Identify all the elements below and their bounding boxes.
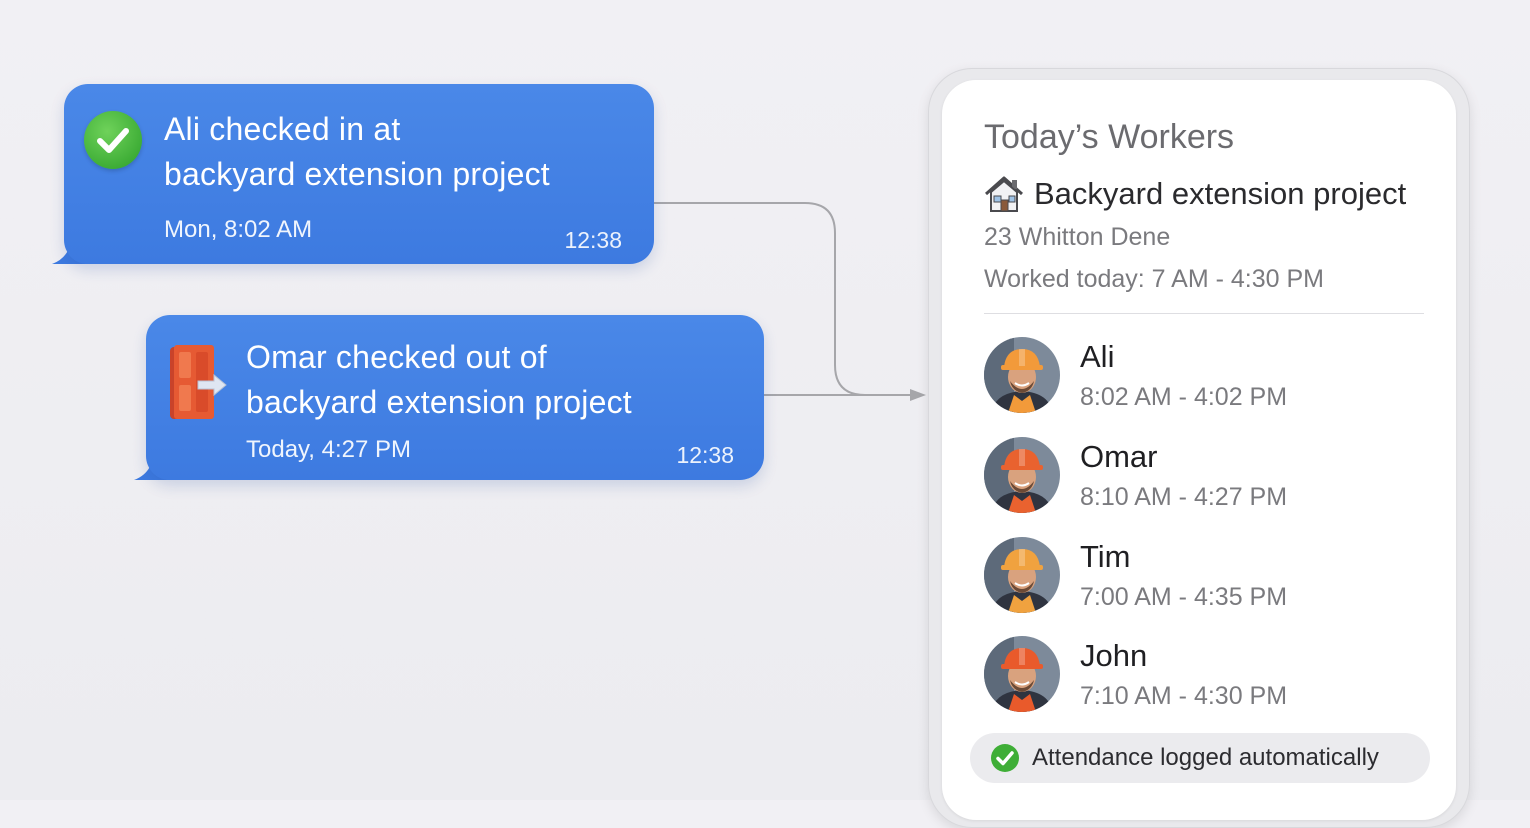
message-text: Omar checked out of backyard extension p… [246,335,632,425]
attendance-status-text: Attendance logged automatically [1032,744,1379,771]
check-circle-icon [84,111,142,169]
door-exit-icon [170,345,227,419]
worker-hours: 7:10 AM - 4:30 PM [1080,682,1288,710]
project-row[interactable]: Backyard extension project [982,174,1406,214]
message-timestamp: 12:38 [564,227,622,253]
message-subtitle: Mon, 8:02 AM [164,216,313,243]
message-text: Ali checked in at backyard extension pro… [164,107,550,197]
card-title: Today’s Workers [984,118,1235,156]
project-name: Backyard extension project [1034,176,1407,211]
worker-avatar-icon [984,636,1060,712]
worker-hours: 8:02 AM - 4:02 PM [1080,383,1288,411]
worked-today: Worked today: 7 AM - 4:30 PM [984,265,1324,293]
divider [984,313,1424,314]
message-subtitle: Today, 4:27 PM [246,436,411,463]
worker-name: Omar [1080,439,1158,474]
worker-avatar-icon [984,537,1060,613]
worker-name: Ali [1080,339,1115,374]
worker-avatar-icon [984,337,1060,413]
workers-card: Today’s Workers Backyard extension proje… [942,80,1456,820]
worker-row[interactable]: Ali 8:02 AM - 4:02 PM [984,337,1424,417]
worker-name: Tim [1080,539,1131,574]
worker-row[interactable]: John 7:10 AM - 4:30 PM [984,636,1424,716]
message-line-1: Ali checked in at [164,111,401,147]
message-line-1: Omar checked out of [246,339,547,375]
worker-name: John [1080,638,1148,673]
worker-row[interactable]: Tim 7:00 AM - 4:35 PM [984,537,1424,617]
arrow-head-icon [910,389,926,401]
worker-hours: 7:00 AM - 4:35 PM [1080,583,1288,611]
worker-row[interactable]: Omar 8:10 AM - 4:27 PM [984,437,1424,517]
worker-avatar-icon [984,437,1060,513]
message-bubble-check-in[interactable]: Ali checked in at backyard extension pro… [64,84,654,264]
house-icon [985,176,1023,212]
worker-hours: 8:10 AM - 4:27 PM [1080,483,1288,511]
message-timestamp: 12:38 [676,442,734,468]
message-line-2: backyard extension project [164,156,550,192]
message-line-2: backyard extension project [246,384,632,420]
message-bubble-check-out[interactable]: Omar checked out of backyard extension p… [146,315,764,480]
project-address: 23 Whitton Dene [984,223,1171,251]
check-circle-icon [991,744,1019,772]
attendance-status-pill: Attendance logged automatically [970,733,1430,783]
